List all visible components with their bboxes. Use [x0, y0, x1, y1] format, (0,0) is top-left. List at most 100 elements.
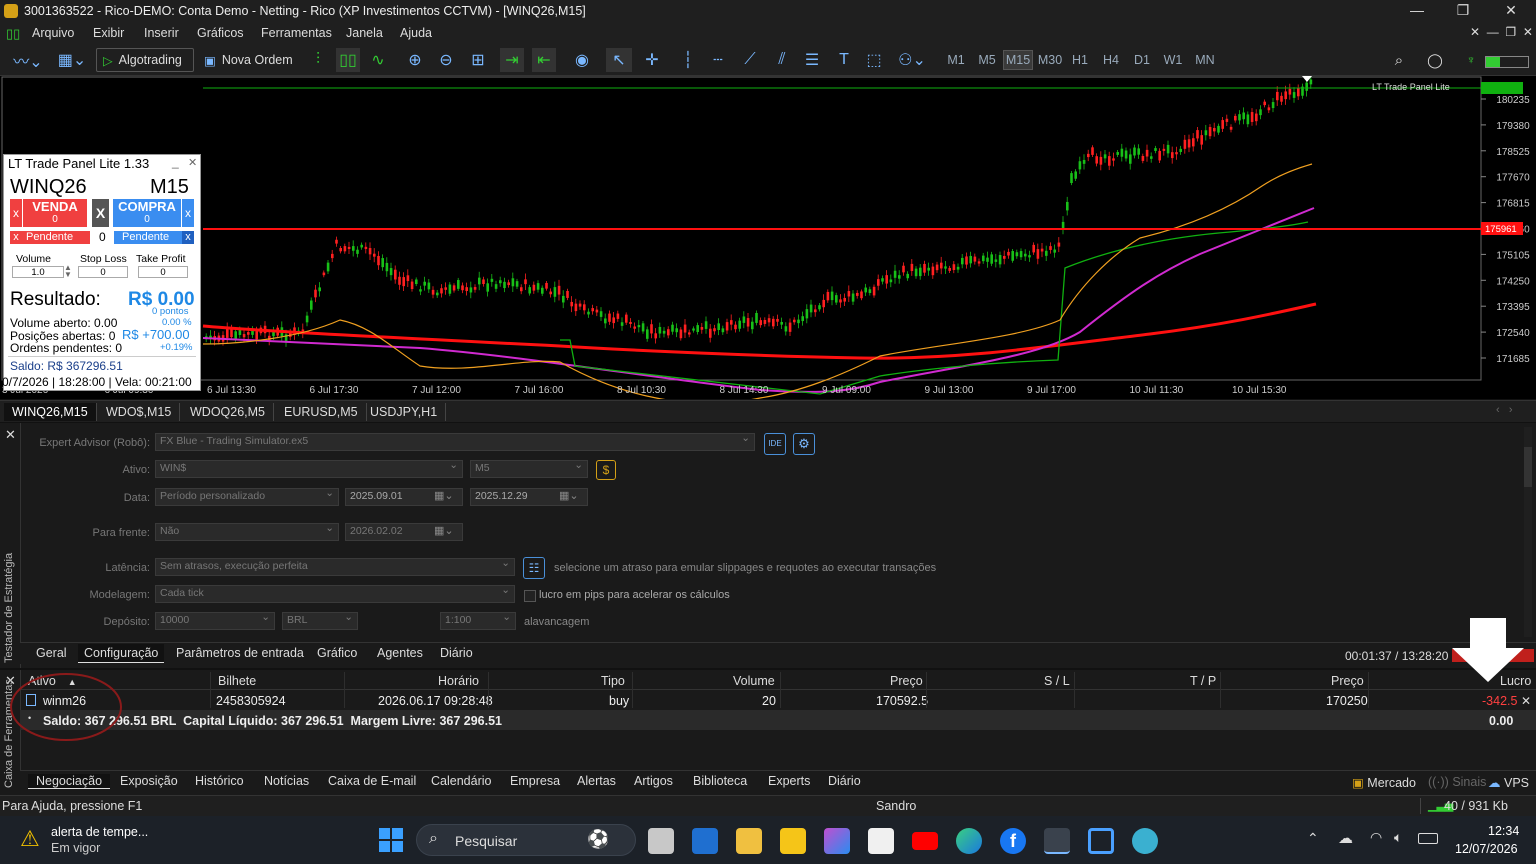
tab-exposicao[interactable]: Exposição [120, 774, 178, 788]
tab-diario[interactable]: Diário [440, 646, 473, 660]
tab-email[interactable]: Caixa de E-mail [328, 774, 416, 788]
tab-grafico[interactable]: Gráfico [317, 646, 357, 660]
tester-close-icon[interactable]: ✕ [5, 427, 16, 443]
text-icon[interactable]: T [832, 48, 856, 72]
vertical-line-icon[interactable]: ┆ [676, 48, 700, 72]
m365-icon[interactable] [824, 828, 850, 854]
crosshair-icon[interactable]: ✛ [640, 48, 664, 72]
tf-w1[interactable]: W1 [1160, 50, 1186, 70]
search-box[interactable]: ⌕ Pesquisar ⚽ [416, 824, 636, 856]
buy-close-button[interactable]: x [182, 199, 194, 227]
clock-date[interactable]: 12/07/2026 [1455, 842, 1518, 856]
price-chart[interactable]: 1802351793801785251776701768151759601751… [0, 76, 1536, 399]
tab-wdoq26-m5[interactable]: WDOQ26,M5 [182, 403, 275, 421]
grid-icon[interactable]: ⊞ [466, 48, 490, 72]
sinais-link[interactable]: ((·)) Sinais [1428, 775, 1486, 789]
pips-checkbox[interactable] [524, 590, 536, 602]
tf-m5[interactable]: M5 [973, 50, 1001, 70]
ide-button[interactable]: IDE [764, 433, 786, 455]
tab-calendario[interactable]: Calendário [431, 774, 491, 788]
algotrading-button[interactable]: ▷ Algotrading [96, 48, 194, 72]
tf-m30[interactable]: M30 [1035, 50, 1065, 70]
tab-wdo-m15[interactable]: WDO$,M15 [98, 403, 181, 421]
nova-ordem-button[interactable]: ▣ Nova Ordem [200, 48, 296, 72]
tray-chevron-icon[interactable]: ⌃ [1307, 830, 1319, 847]
tabs-scroll-arrows[interactable]: ‹ › [1496, 404, 1513, 416]
horizontal-line-icon[interactable]: ┄ [706, 48, 730, 72]
line-icon[interactable]: ∿ [366, 48, 390, 72]
tab-historico[interactable]: Histórico [195, 774, 244, 788]
menu-ajuda[interactable]: Ajuda [400, 26, 432, 40]
clock-time[interactable]: 12:34 [1488, 824, 1519, 838]
chip-icon[interactable] [1088, 828, 1114, 854]
volume-stepper[interactable]: ▲ ▼ [64, 264, 72, 279]
tf-m15[interactable]: M15 [1003, 50, 1033, 70]
vps-link[interactable]: ☁ VPS [1488, 775, 1529, 790]
objects-icon[interactable]: ⚇⌄ [894, 48, 930, 72]
wifi-icon[interactable]: ◠ [1370, 829, 1382, 846]
latency-select[interactable]: Sem atrasos, execução perfeita [155, 558, 515, 576]
menu-janela[interactable]: Janela [346, 26, 383, 40]
ea-settings-icon[interactable]: ⚙ [793, 433, 815, 455]
sticky-notes-icon[interactable] [780, 828, 806, 854]
ativo-tf-select[interactable]: M5 [470, 460, 588, 478]
takeprofit-input[interactable]: 0 [138, 266, 188, 278]
calendar-icon[interactable]: ▦⌄ [434, 489, 454, 502]
zoom-out-icon[interactable]: ⊖ [434, 48, 458, 72]
sell-pending-button[interactable]: x Pendente [10, 231, 90, 244]
tf-mn[interactable]: MN [1191, 50, 1219, 70]
tf-h4[interactable]: H4 [1098, 50, 1124, 70]
tab-negociacao[interactable]: Negociação [28, 774, 111, 789]
screenshot-icon[interactable]: ◉ [570, 48, 594, 72]
tf-d1[interactable]: D1 [1129, 50, 1155, 70]
tab-agentes[interactable]: Agentes [377, 646, 423, 660]
minimize-button[interactable]: — [1394, 2, 1440, 22]
search-icon[interactable]: ⌕ [1388, 48, 1410, 72]
period-select[interactable]: Período personalizado [155, 488, 339, 506]
maximize-button[interactable]: ❐ [1440, 2, 1486, 22]
stoploss-input[interactable]: 0 [78, 266, 128, 278]
model-select[interactable]: Cada tick [155, 585, 515, 603]
chart-shift-icon[interactable]: ⇤ [532, 48, 556, 72]
mercado-link[interactable]: ▣ Mercado [1352, 775, 1416, 790]
panel-close-button[interactable]: ✕ [188, 156, 197, 169]
file-explorer-icon[interactable] [736, 828, 762, 854]
tab-alertas[interactable]: Alertas [577, 774, 616, 788]
tab-configuracao[interactable]: Configuração [78, 644, 165, 663]
app-icon[interactable] [1132, 828, 1158, 854]
candles-icon[interactable]: ▯▯ [336, 48, 360, 72]
tab-winq26-m15[interactable]: WINQ26,M15 [4, 403, 97, 421]
menu-arquivo[interactable]: Arquivo [32, 26, 74, 40]
trendline-icon[interactable]: ⟋ [738, 48, 762, 72]
windows-start-icon[interactable] [379, 828, 403, 852]
youtube-icon[interactable] [912, 832, 938, 850]
chart-templates-icon[interactable]: ▦⌄ [52, 48, 92, 72]
calendar-icon[interactable]: ▦⌄ [434, 524, 454, 537]
warning-icon[interactable]: ⚠ [20, 826, 40, 852]
channel-icon[interactable]: ⫽ [770, 48, 794, 72]
facebook-icon[interactable]: f [1000, 828, 1026, 854]
tab-empresa[interactable]: Empresa [510, 774, 560, 788]
edge-icon[interactable] [956, 828, 982, 854]
leverage-select[interactable]: 1:100 [440, 612, 516, 630]
tab-noticias[interactable]: Notícias [264, 774, 309, 788]
zoom-in-icon[interactable]: ⊕ [403, 48, 427, 72]
volume-input[interactable]: 1.0 [12, 266, 64, 278]
shapes-icon[interactable]: ⬚ [862, 48, 886, 72]
scrollbar[interactable] [1524, 427, 1532, 637]
menu-graficos[interactable]: Gráficos [197, 26, 244, 40]
deposit-select[interactable]: 10000 [155, 612, 275, 630]
ea-select[interactable]: FX Blue - Trading Simulator.ex5 [155, 433, 755, 451]
tab-biblioteca[interactable]: Biblioteca [693, 774, 747, 788]
symbol-cost-icon[interactable]: $ [596, 460, 616, 480]
close-all-button[interactable]: X [92, 199, 109, 227]
metatrader-icon[interactable] [1044, 828, 1070, 854]
signal-icon[interactable]: ♆ [1460, 48, 1482, 72]
close-button[interactable]: ✕ [1488, 2, 1534, 22]
tab-artigos[interactable]: Artigos [634, 774, 673, 788]
fibonacci-icon[interactable]: ☰ [800, 48, 824, 72]
tab-experts[interactable]: Experts [768, 774, 810, 788]
battery-icon[interactable] [1418, 833, 1438, 844]
outlook-icon[interactable] [692, 828, 718, 854]
buy-button[interactable]: COMPRA 0 [113, 199, 181, 227]
